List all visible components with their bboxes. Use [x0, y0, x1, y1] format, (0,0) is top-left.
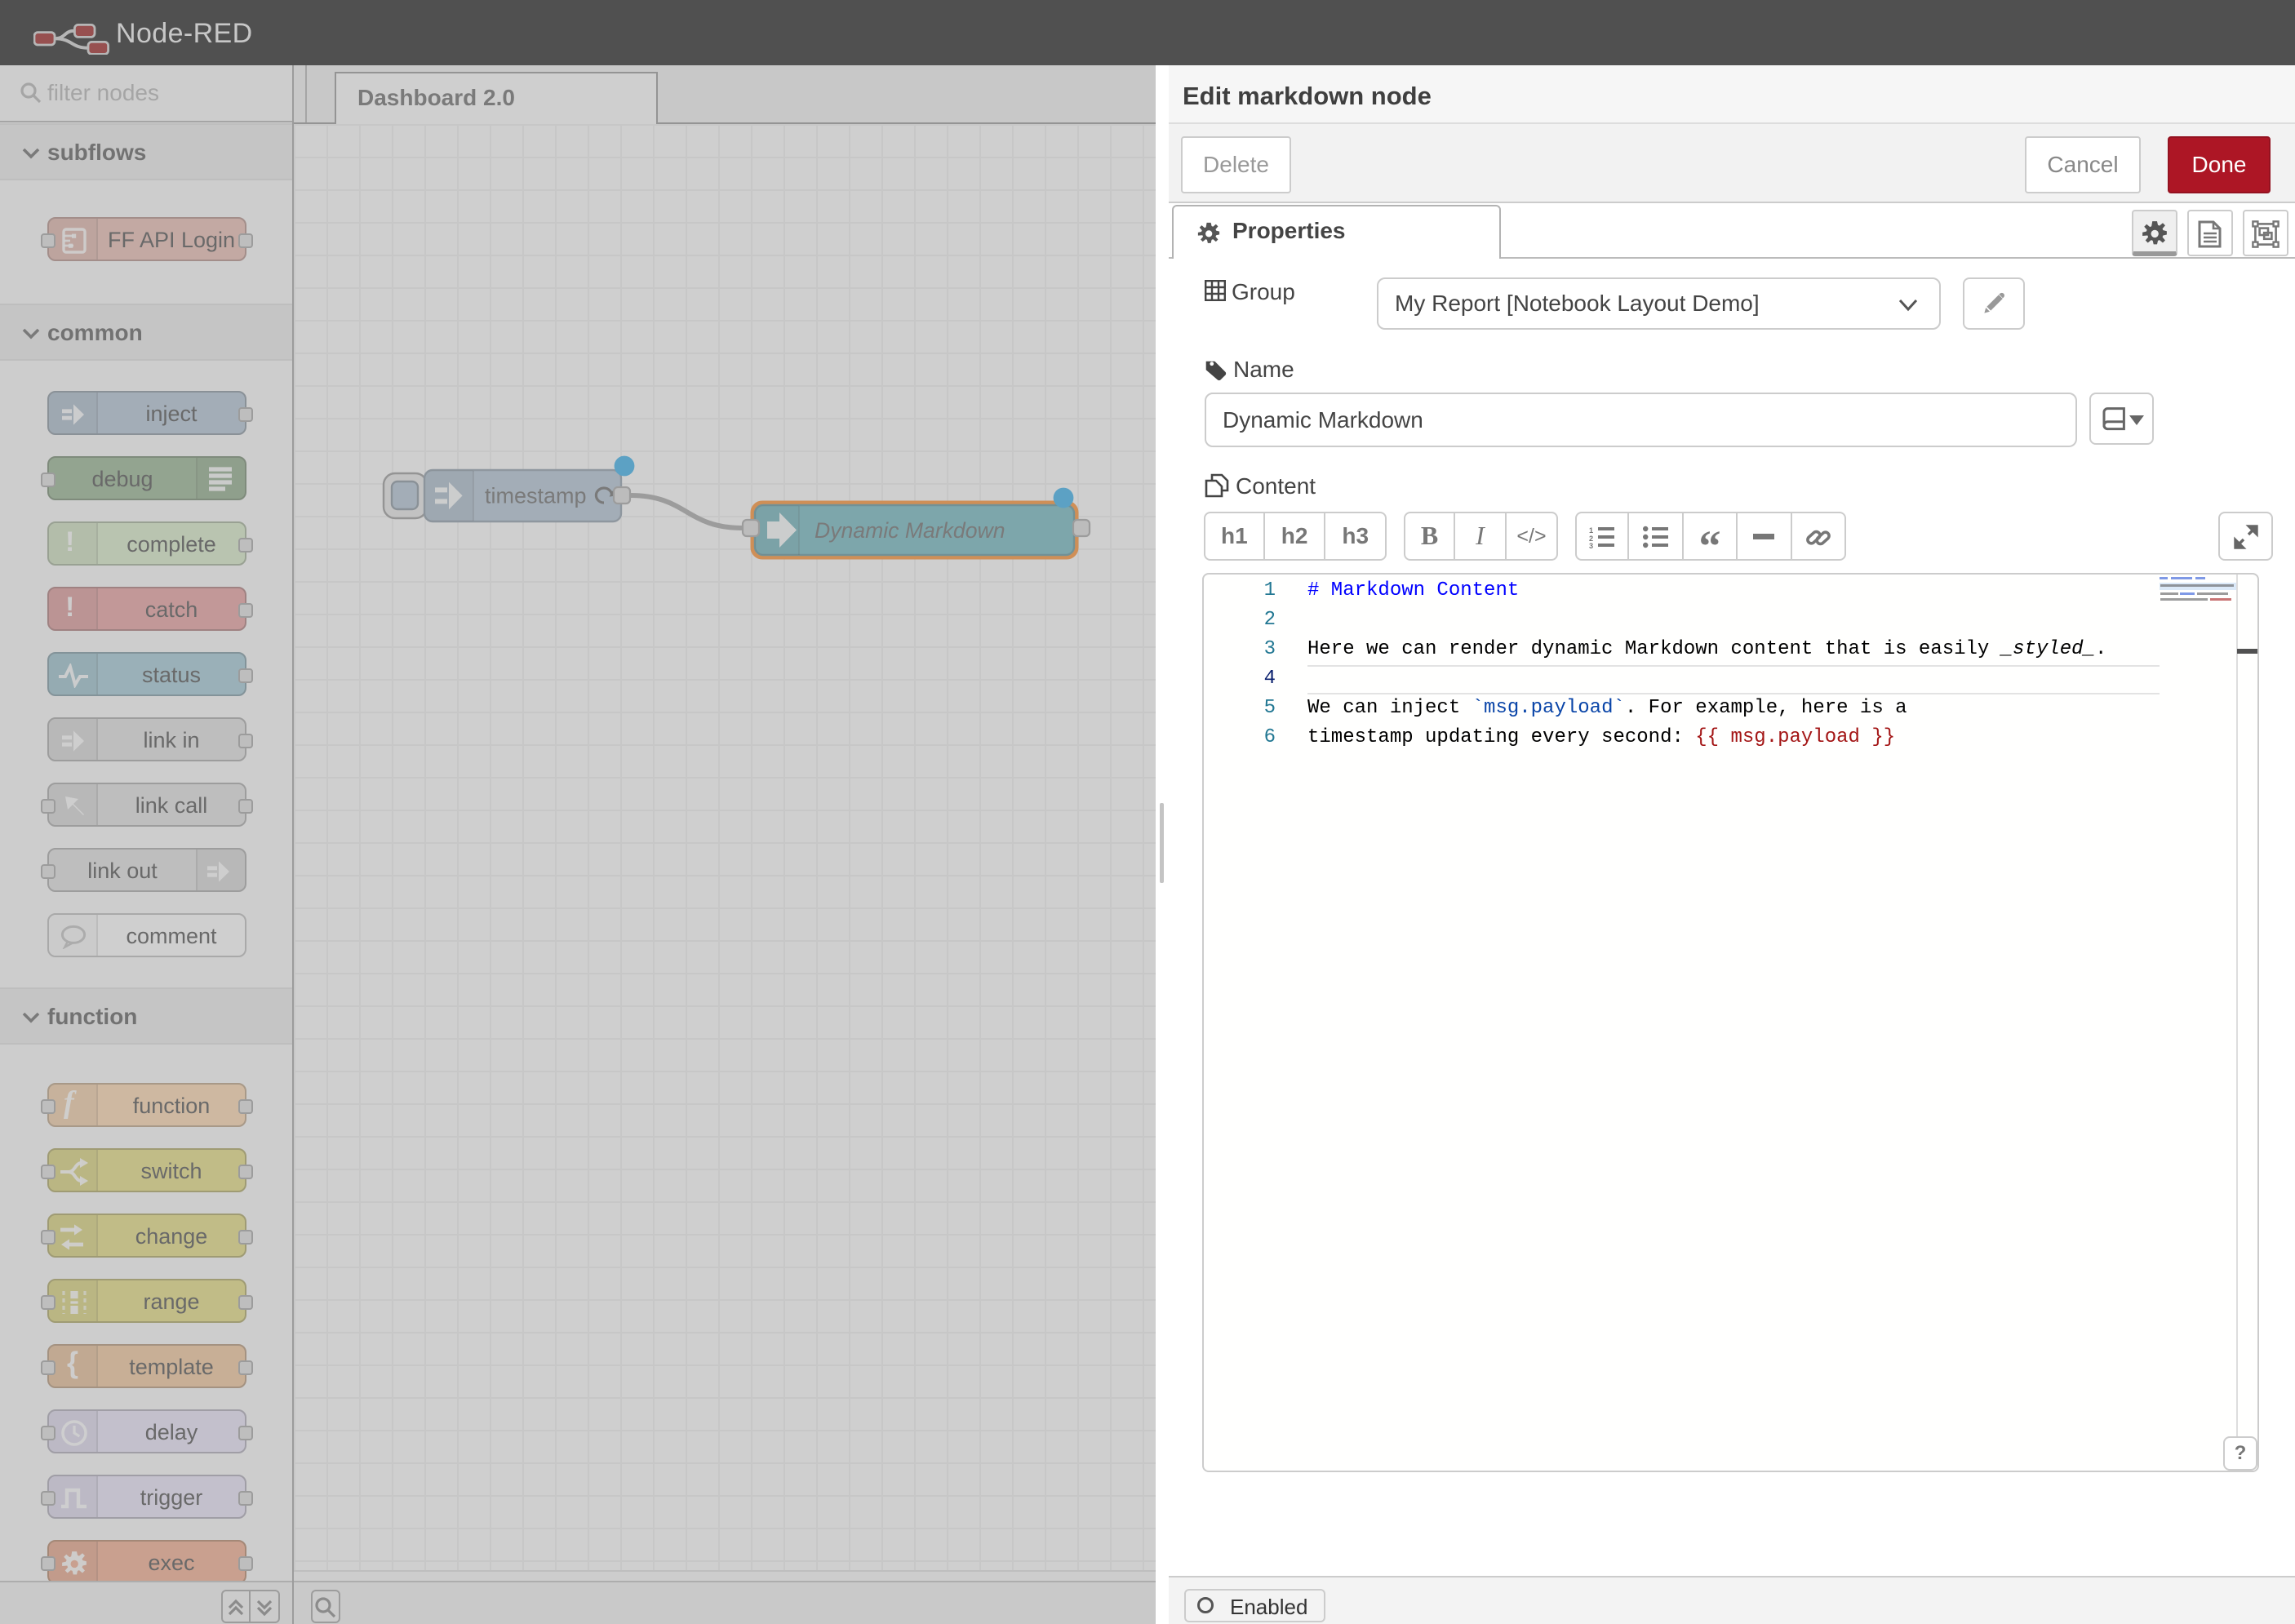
svg-text:3: 3 — [1589, 542, 1593, 548]
svg-text:1: 1 — [1589, 526, 1593, 535]
